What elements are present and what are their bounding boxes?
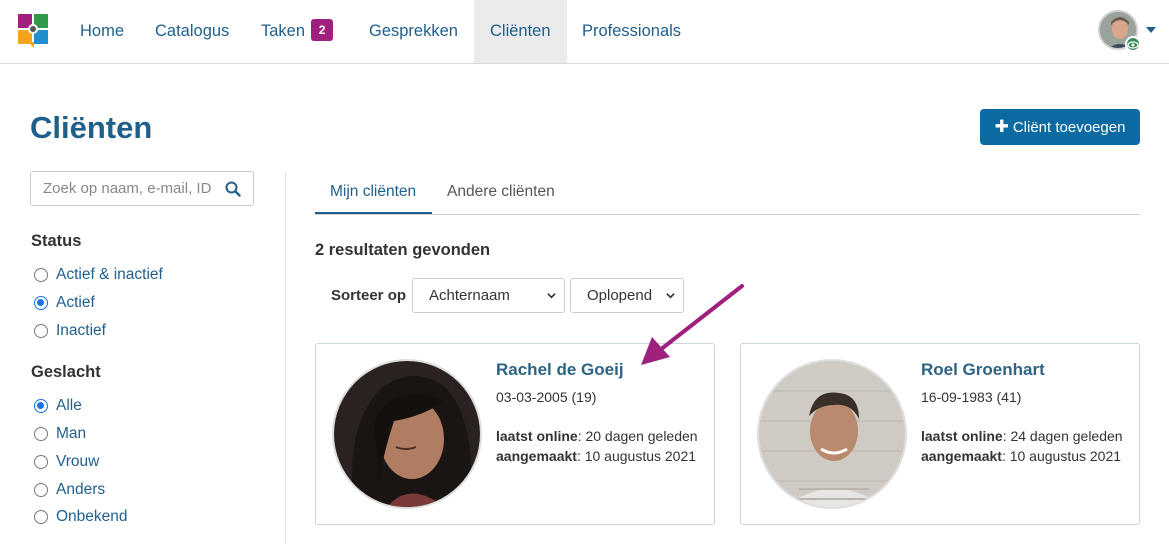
status-filter-title: Status [31,232,82,250]
tabs-divider [315,214,1140,215]
nav-clienten[interactable]: Cliënten [474,0,567,63]
client-name[interactable]: Rachel de Goeij [496,360,624,380]
radio-label: Actief [56,294,95,311]
sidebar-divider [285,172,286,544]
top-navbar: Home Catalogus Taken 2 Gesprekken Cliënte… [0,0,1169,64]
tab-other-clients[interactable]: Andere cliënten [432,172,570,214]
page-title: Cliënten [30,110,153,145]
nav-catalogus[interactable]: Catalogus [139,0,245,63]
sort-field-value: Achternaam [429,287,510,304]
client-name[interactable]: Roel Groenhart [921,360,1045,380]
radio-label: Alle [56,397,82,414]
tab-my-clients[interactable]: Mijn cliënten [315,172,432,214]
radio-label: Inactief [56,322,106,339]
client-created: aangemaakt: 10 augustus 2021 [496,446,706,466]
client-last-online: laatst online: 24 dagen geleden [921,426,1131,446]
nav-clienten-label: Cliënten [490,22,551,40]
client-photo [757,359,907,509]
chevron-down-icon [666,293,675,299]
created-label: aangemaakt [921,448,1002,464]
nav-taken[interactable]: Taken 2 [245,0,349,63]
created-value: : 10 augustus 2021 [576,448,697,464]
nav-professionals[interactable]: Professionals [566,0,697,63]
sort-label: Sorteer op [331,287,407,304]
last-online-label: laatst online [921,428,1003,444]
radio-button[interactable] [34,455,48,469]
nav-catalogus-label: Catalogus [155,22,230,40]
nav-gesprekken-label: Gesprekken [369,22,458,40]
nav-taken-label: Taken [261,22,306,40]
tab-label: Andere cliënten [447,183,555,200]
user-menu[interactable] [1098,10,1141,52]
radio-label: Man [56,425,87,442]
tasks-count-badge: 2 [311,19,334,41]
tab-label: Mijn cliënten [330,183,417,200]
client-card[interactable]: Rachel de Goeij 03-03-2005 (19) laatst o… [315,343,715,525]
sort-field-select[interactable]: Achternaam [412,278,565,313]
client-photo [332,359,482,509]
client-birthdate: 03-03-2005 (19) [496,389,597,405]
radio-label: Vrouw [56,453,100,470]
nav-home-label: Home [80,22,125,40]
client-created: aangemaakt: 10 augustus 2021 [921,446,1131,466]
nav-professionals-label: Professionals [582,22,682,40]
radio-button[interactable] [34,510,48,524]
radio-button[interactable] [34,324,48,338]
nav-gesprekken[interactable]: Gesprekken [353,0,474,63]
radio-button[interactable] [34,296,48,310]
client-last-online: laatst online: 20 dagen geleden [496,426,706,446]
client-birthdate: 16-09-1983 (41) [921,389,1022,405]
radio-button[interactable] [34,483,48,497]
client-meta: laatst online: 20 dagen geleden aangemaa… [496,426,706,466]
created-value: : 10 augustus 2021 [1001,448,1122,464]
chevron-down-icon[interactable] [1146,27,1156,33]
radio-label: Anders [56,481,106,498]
sort-order-select[interactable]: Oplopend [570,278,684,313]
app-logo-icon[interactable] [18,14,48,48]
chevron-down-icon [547,293,556,299]
radio-label: Onbekend [56,508,128,525]
radio-button[interactable] [34,399,48,413]
search-box [30,171,254,206]
add-client-button[interactable]: ✚ Cliënt toevoegen [980,109,1140,145]
results-count: 2 resultaten gevonden [315,241,491,259]
sort-order-value: Oplopend [587,287,653,304]
search-input[interactable] [31,172,216,205]
gender-filter-title: Geslacht [31,363,101,381]
plus-icon: ✚ [994,117,1009,136]
radio-button[interactable] [34,427,48,441]
client-card[interactable]: Roel Groenhart 16-09-1983 (41) laatst on… [740,343,1140,525]
nav-home[interactable]: Home [64,0,140,63]
last-online-value: : 24 dagen geleden [1002,428,1123,444]
client-meta: laatst online: 24 dagen geleden aangemaa… [921,426,1131,466]
created-label: aangemaakt [496,448,577,464]
last-online-label: laatst online [496,428,578,444]
add-client-label: Cliënt toevoegen [1012,119,1126,136]
last-online-value: : 20 dagen geleden [577,428,698,444]
viewing-eye-icon [1125,36,1141,52]
search-icon[interactable] [225,181,241,197]
radio-button[interactable] [34,268,48,282]
radio-label: Actief & inactief [56,266,163,283]
